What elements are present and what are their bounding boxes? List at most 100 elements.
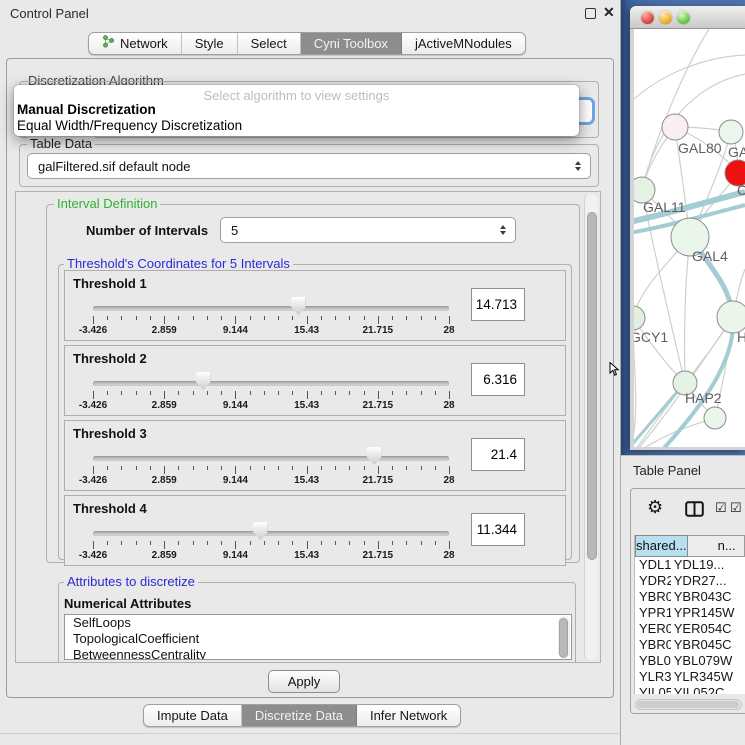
num-intervals-combobox[interactable]: 5 xyxy=(220,217,516,243)
gear-icon[interactable]: ⚙ xyxy=(647,498,663,516)
cell-name[interactable]: YER054C xyxy=(671,621,745,637)
algorithm-option-manual[interactable]: Manual Discretization xyxy=(14,102,579,118)
slider-thumb[interactable] xyxy=(367,447,382,465)
cell-name[interactable]: YBL079W xyxy=(671,653,745,669)
table-row[interactable]: YDR27...YDR27... xyxy=(635,573,745,589)
attributes-list-scrollbar[interactable] xyxy=(558,616,570,658)
column-header-name[interactable]: n... xyxy=(688,535,745,557)
minimize-traffic-light-icon[interactable] xyxy=(659,11,672,24)
attribute-list-item[interactable]: SelfLoops xyxy=(65,615,571,631)
network-node-label: GAL4 xyxy=(692,248,728,264)
float-window-icon[interactable] xyxy=(585,8,596,19)
tab-jactivemnodules[interactable]: jActiveMNodules xyxy=(402,33,525,54)
tab-infer-network[interactable]: Infer Network xyxy=(357,705,460,726)
slider-tick xyxy=(164,391,165,399)
cell-shared-name[interactable]: YBR043C xyxy=(635,589,671,605)
threshold-value-field[interactable]: 11.344 xyxy=(471,513,525,546)
slider-tick xyxy=(321,391,322,395)
zoom-traffic-light-icon[interactable] xyxy=(677,11,690,24)
cell-name[interactable]: YBR045C xyxy=(671,637,745,653)
table-data-combobox[interactable]: galFiltered.sif default node xyxy=(27,153,591,179)
table-row[interactable]: YPR145WYPR145W xyxy=(635,605,745,621)
slider-tick-label: 28 xyxy=(443,475,454,486)
cell-name[interactable]: YLR345W xyxy=(671,669,745,685)
panel-title: Control Panel xyxy=(10,6,89,21)
slider-thumb[interactable] xyxy=(291,297,306,315)
table-horizontal-scrollbar[interactable] xyxy=(635,699,742,710)
tab-select[interactable]: Select xyxy=(238,33,301,54)
slider-tick xyxy=(164,541,165,549)
network-node[interactable] xyxy=(719,120,743,144)
cell-shared-name[interactable]: YPR145W xyxy=(635,605,671,621)
checkbox-icon[interactable]: ☑ xyxy=(715,501,727,514)
tab-style[interactable]: Style xyxy=(182,33,238,54)
table-row[interactable]: YLR345WYLR345W xyxy=(635,669,745,685)
cell-name[interactable]: YDL19... xyxy=(671,557,745,573)
cell-name[interactable]: YIL052C xyxy=(671,685,745,694)
slider-tick xyxy=(364,541,365,545)
apply-button[interactable]: Apply xyxy=(268,670,340,693)
threshold-slider-track[interactable] xyxy=(93,456,449,461)
cell-shared-name[interactable]: YIL052C xyxy=(635,685,671,694)
threshold-value-field[interactable]: 6.316 xyxy=(471,363,525,396)
slider-tick xyxy=(107,391,108,395)
slider-tick xyxy=(250,541,251,545)
cell-shared-name[interactable]: YER054C xyxy=(635,621,671,637)
cell-name[interactable]: YBR043C xyxy=(671,589,745,605)
close-traffic-light-icon[interactable] xyxy=(641,11,654,24)
network-node[interactable] xyxy=(634,306,645,330)
threshold-slider-track[interactable] xyxy=(93,381,449,386)
slider-tick-label: 15.43 xyxy=(294,400,319,411)
table-row[interactable]: YBR045CYBR045C xyxy=(635,637,745,653)
table-panel-title: Table Panel xyxy=(633,463,701,478)
threshold-value-field[interactable]: 14.713 xyxy=(471,288,525,321)
cell-shared-name[interactable]: YDR27... xyxy=(635,573,671,589)
tab-cyni-toolbox[interactable]: Cyni Toolbox xyxy=(301,33,402,54)
threshold-slider-track[interactable] xyxy=(93,531,449,536)
table-row[interactable]: YBR043CYBR043C xyxy=(635,589,745,605)
threshold-panel: Threshold 2-3.4262.8599.14415.4321.71528… xyxy=(64,345,566,416)
tab-network[interactable]: Network xyxy=(89,33,182,54)
threshold-value-field[interactable]: 21.4 xyxy=(471,438,525,471)
settings-scrollbar-thumb[interactable] xyxy=(587,212,597,560)
cell-name[interactable]: YPR145W xyxy=(671,605,745,621)
slider-tick xyxy=(321,541,322,545)
slider-tick xyxy=(449,541,450,549)
algorithm-option-equal-width[interactable]: Equal Width/Frequency Discretization xyxy=(14,118,579,134)
attribute-list-item[interactable]: BetweennessCentrality xyxy=(65,647,571,660)
slider-thumb[interactable] xyxy=(196,372,211,390)
split-columns-icon[interactable] xyxy=(685,501,704,522)
checkbox-icon[interactable]: ☑ xyxy=(730,501,742,514)
cell-shared-name[interactable]: YDL19... xyxy=(635,557,671,573)
network-node[interactable] xyxy=(662,114,688,140)
table-data-value: galFiltered.sif default node xyxy=(38,159,190,174)
slider-thumb[interactable] xyxy=(253,522,268,540)
cell-shared-name[interactable]: YLR345W xyxy=(635,669,671,685)
network-node[interactable] xyxy=(704,407,726,429)
cell-shared-name[interactable]: YBR045C xyxy=(635,637,671,653)
slider-tick xyxy=(178,541,179,545)
cell-shared-name[interactable]: YBL079W xyxy=(635,653,671,669)
slider-tick-label: -3.426 xyxy=(79,550,107,561)
table-row[interactable]: YBL079WYBL079W xyxy=(635,653,745,669)
close-icon[interactable]: ✕ xyxy=(603,4,615,21)
table-row[interactable]: YDL19...YDL19... xyxy=(635,557,745,573)
cell-name[interactable]: YDR27... xyxy=(671,573,745,589)
slider-tick xyxy=(178,316,179,320)
table-row[interactable]: YER054CYER054C xyxy=(635,621,745,637)
slider-tick xyxy=(93,541,94,549)
slider-tick xyxy=(449,391,450,399)
settings-scrollbar[interactable] xyxy=(584,194,598,660)
table-panel: Table Panel ⚙ ☑ ☑ shared... n... YDL19..… xyxy=(621,455,745,745)
slider-tick xyxy=(164,466,165,474)
slider-tick xyxy=(435,466,436,470)
tab-impute-data[interactable]: Impute Data xyxy=(144,705,242,726)
table-row[interactable]: YIL052CYIL052C xyxy=(635,685,745,694)
attribute-list-item[interactable]: TopologicalCoefficient xyxy=(65,631,571,647)
slider-tick xyxy=(349,466,350,470)
network-canvas[interactable]: GAL80GACGAL11GAL4GCY1HHAP2 xyxy=(634,29,745,447)
column-header-shared-name[interactable]: shared... xyxy=(635,535,688,557)
tab-discretize-data[interactable]: Discretize Data xyxy=(242,705,357,726)
threshold-slider-track[interactable] xyxy=(93,306,449,311)
slider-tick xyxy=(250,466,251,470)
